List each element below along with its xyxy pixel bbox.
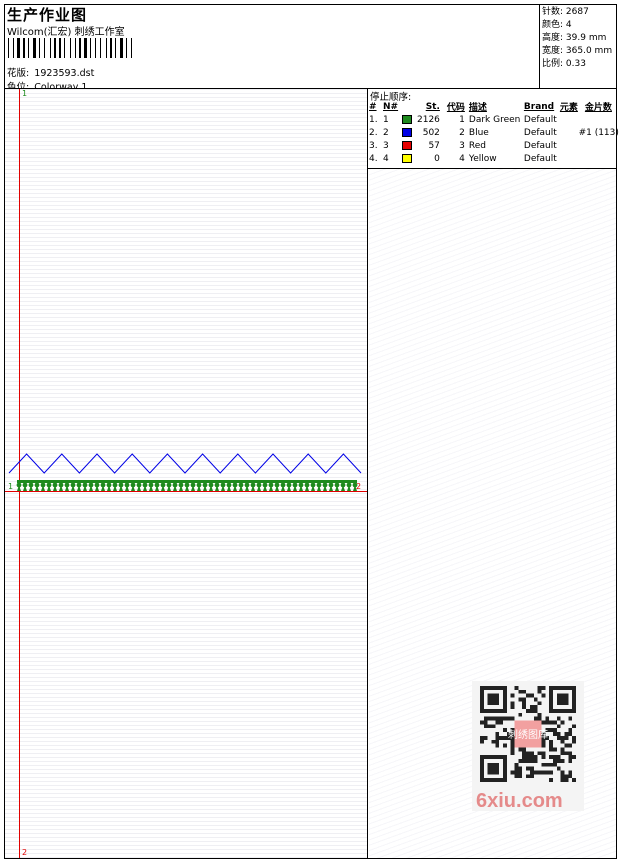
qr-logo-text: 刺绣图库 <box>508 728 548 741</box>
color-swatch <box>401 140 412 150</box>
table-row: 1. 1 2126 1 Dark Green Default <box>369 114 557 125</box>
table-row: 3. 3 57 3 Red Default <box>369 140 557 151</box>
page-title: 生产作业图 <box>7 6 88 24</box>
color-swatch <box>401 114 412 124</box>
embroidery-design <box>8 453 362 491</box>
studio-name: Wilcom(汇宏) 刺绣工作室 <box>7 27 125 38</box>
green-border-band <box>17 480 357 483</box>
barcode <box>8 38 132 58</box>
stat-height: 高度: 39.9 mm <box>542 33 607 43</box>
table-header: # N# St. 代码 描述 Brand 元素 金片数 <box>369 101 612 114</box>
canvas-divider <box>367 88 368 859</box>
start-marker-top: 1 <box>22 89 28 98</box>
design-stats: 针数: 2687 颜色: 4 高度: 39.9 mm 宽度: 365.0 mm … <box>542 6 612 71</box>
stat-colors: 颜色: 4 <box>542 20 572 30</box>
table-row: 2. 2 502 2 Blue Default #1 (113) <box>369 127 619 138</box>
blue-zigzag-stitch <box>8 453 362 474</box>
qr-code-icon: 刺绣图库 <box>480 686 576 782</box>
watermark-site: 6xiu.com <box>476 790 563 812</box>
color-swatch <box>401 153 412 163</box>
header-divider-vertical <box>539 4 540 89</box>
stat-scale: 比例: 0.33 <box>542 59 586 69</box>
stat-stitches: 针数: 2687 <box>542 7 589 17</box>
table-row: 4. 4 0 4 Yellow Default <box>369 153 557 164</box>
color-swatch <box>401 127 412 137</box>
start-marker-bottom: 2 <box>22 848 28 857</box>
green-border-stitch <box>16 480 358 491</box>
stat-width: 宽度: 365.0 mm <box>542 46 613 56</box>
stop-sequence-table: # N# St. 代码 描述 Brand 元素 金片数 1. 1 2126 1 … <box>369 100 619 165</box>
